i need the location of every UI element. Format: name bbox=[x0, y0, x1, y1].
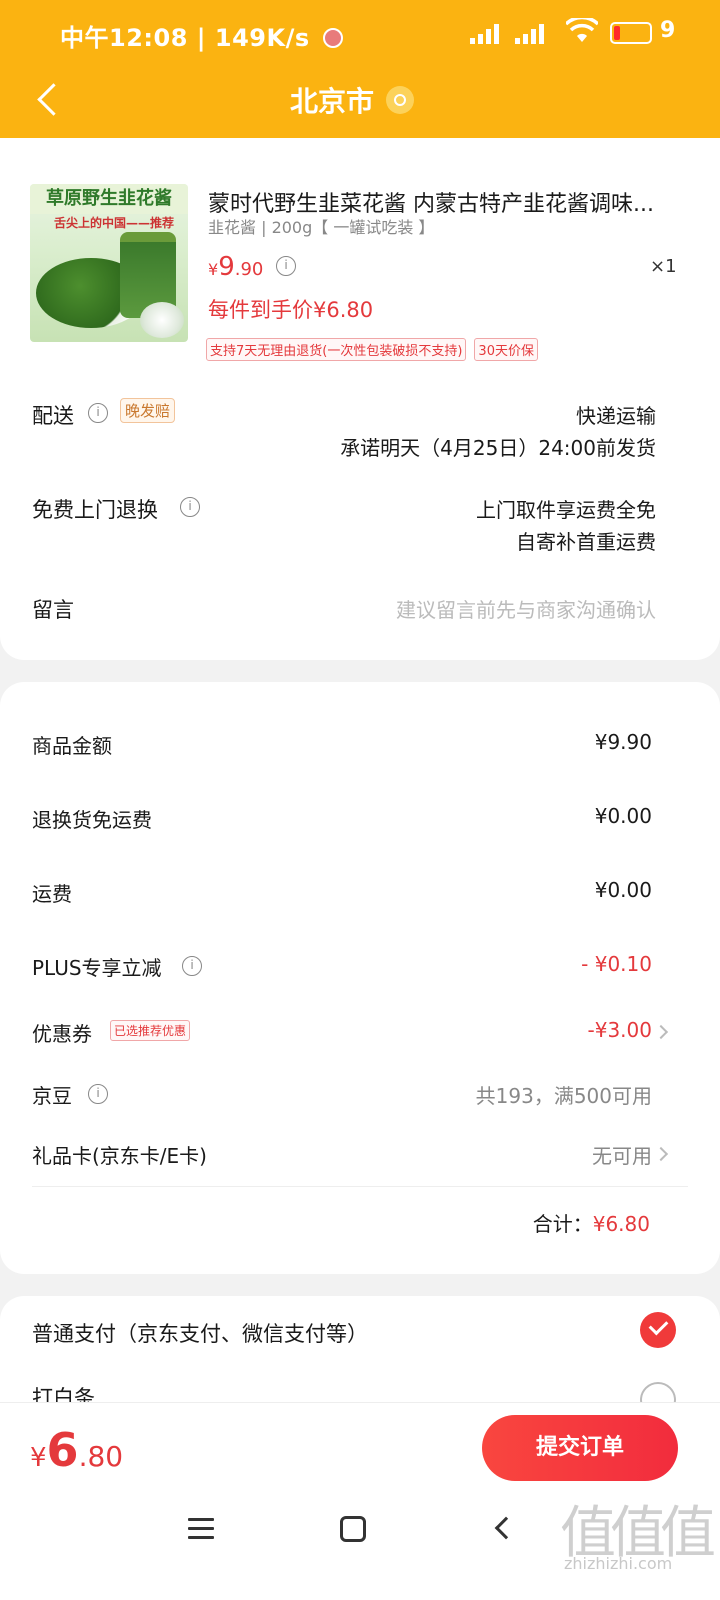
top-bar: 中午12:08 | 149K/s 9 北京市 bbox=[0, 0, 720, 138]
checkmark-icon[interactable] bbox=[640, 1312, 676, 1348]
signal-icon-2 bbox=[515, 22, 544, 44]
status-bar: 中午12:08 | 149K/s 9 bbox=[0, 0, 720, 68]
product-image-subtitle: 舌尖上的中国——推荐 bbox=[54, 216, 175, 230]
free-return-label: 免费上门退换 bbox=[32, 498, 158, 522]
chevron-right-icon bbox=[653, 1146, 669, 1162]
delivery-label: 配送 bbox=[32, 404, 74, 428]
plus-info-icon[interactable]: i bbox=[182, 956, 202, 976]
jd-bean-row: 京豆 i 共193，满500可用 bbox=[32, 1080, 652, 1110]
divider bbox=[32, 1186, 688, 1187]
bottom-action-bar: ¥6.80 提交订单 bbox=[0, 1402, 720, 1490]
bottom-total-currency: ¥ bbox=[30, 1443, 47, 1473]
submit-order-button[interactable]: 提交订单 bbox=[482, 1415, 678, 1481]
watermark: 值值值 zhizhizhi.com bbox=[560, 1488, 716, 1584]
fee-card: 商品金额 ¥9.90 退换货免运费 ¥0.00 运费 ¥0.00 PLUS专享立… bbox=[0, 682, 720, 1274]
product-quantity: ×1 bbox=[650, 256, 677, 277]
shipping-fee-label: 运费 bbox=[32, 882, 72, 906]
delivery-method: 快递运输 bbox=[576, 404, 656, 428]
wifi-icon bbox=[566, 18, 598, 42]
watermark-text: zhizhizhi.com bbox=[564, 1554, 673, 1573]
free-return-line1: 上门取件享运费全免 bbox=[476, 498, 656, 522]
message-input[interactable]: 建议留言前先与商家沟通确认 bbox=[396, 594, 656, 626]
shipping-fee-value: ¥0.00 bbox=[594, 878, 652, 902]
coupon-label: 优惠券 bbox=[32, 1022, 92, 1046]
product-image-title: 草原野生韭花酱 bbox=[30, 184, 188, 214]
plus-discount-value: - ¥0.10 bbox=[581, 952, 652, 976]
network-speed: 149K/s bbox=[214, 24, 310, 52]
delivery-row[interactable]: 配送 i 晚发赔 快递运输 承诺明天（4月25日）24:00前发货 bbox=[32, 398, 656, 460]
goods-amount-label: 商品金额 bbox=[32, 734, 112, 758]
status-time: 中午12:08 | 149K/s bbox=[60, 18, 343, 53]
bottom-total-decimal: .80 bbox=[78, 1440, 124, 1473]
signal-icon bbox=[470, 22, 499, 44]
plus-discount-row: PLUS专享立减 i - ¥0.10 bbox=[32, 952, 652, 982]
chevron-right-icon bbox=[653, 1024, 669, 1040]
coupon-value: -¥3.00 bbox=[587, 1018, 652, 1042]
flower-graphic bbox=[140, 302, 184, 338]
free-return-row[interactable]: 免费上门退换 i 上门取件享运费全免 自寄补首重运费 bbox=[32, 494, 656, 554]
header: 北京市 bbox=[0, 68, 720, 138]
goods-amount-row: 商品金额 ¥9.90 bbox=[32, 730, 652, 760]
return-policy-tag: 支持7天无理由退货(一次性包装破损不支持) bbox=[206, 338, 467, 361]
home-icon[interactable] bbox=[340, 1516, 366, 1542]
clock-text: 中午12:08 bbox=[60, 24, 188, 52]
gift-card-label: 礼品卡(京东卡/E卡) bbox=[32, 1144, 207, 1168]
message-row[interactable]: 留言 建议留言前先与商家沟通确认 bbox=[32, 594, 656, 630]
status-separator: | bbox=[196, 24, 207, 52]
battery-text: 9 bbox=[660, 18, 676, 43]
coupon-recommended-tag: 已选推荐优惠 bbox=[110, 1020, 191, 1041]
late-compensation-badge: 晚发赔 bbox=[120, 398, 176, 423]
return-shipping-value: ¥0.00 bbox=[594, 804, 652, 828]
bottom-total-integer: 6 bbox=[46, 1423, 79, 1477]
jd-bean-label: 京豆 bbox=[32, 1084, 72, 1108]
return-shipping-label: 退换货免运费 bbox=[32, 808, 152, 832]
price-protection-tag: 30天价保 bbox=[474, 338, 538, 361]
gift-card-value: 无可用 bbox=[592, 1144, 652, 1168]
product-image[interactable]: 草原野生韭花酱 舌尖上的中国——推荐 bbox=[30, 184, 188, 342]
price-info-icon[interactable]: i bbox=[276, 256, 296, 276]
page-title: 北京市 bbox=[290, 85, 375, 118]
coupon-row[interactable]: 优惠券 已选推荐优惠 -¥3.00 bbox=[32, 1018, 669, 1048]
price-currency: ¥ bbox=[208, 260, 219, 279]
product-spec: 韭花酱 | 200g【 一罐试吃装 】 bbox=[208, 218, 435, 237]
free-return-info-icon[interactable]: i bbox=[180, 497, 200, 517]
message-label: 留言 bbox=[32, 598, 74, 622]
menu-icon[interactable] bbox=[188, 1518, 214, 1540]
delivery-info-icon[interactable]: i bbox=[88, 403, 108, 423]
battery-icon bbox=[610, 22, 652, 44]
back-icon[interactable] bbox=[494, 1516, 518, 1540]
jd-bean-value: 共193，满500可用 bbox=[475, 1084, 652, 1108]
delivery-details: 快递运输 承诺明天（4月25日）24:00前发货 bbox=[340, 400, 656, 464]
goods-amount-value: ¥9.90 bbox=[594, 730, 652, 754]
back-button[interactable] bbox=[30, 78, 70, 124]
shipping-fee-row: 运费 ¥0.00 bbox=[32, 878, 652, 908]
price-integer: 9 bbox=[218, 252, 235, 282]
free-return-line2: 自寄补首重运费 bbox=[516, 530, 656, 554]
payment-option-normal[interactable]: 普通支付（京东支付、微信支付等） bbox=[32, 1318, 368, 1348]
final-unit-price: 每件到手价¥6.80 bbox=[208, 298, 374, 322]
location-selector[interactable]: 北京市 bbox=[290, 80, 415, 120]
bottom-total: ¥6.80 bbox=[30, 1423, 123, 1477]
jd-bean-info-icon[interactable]: i bbox=[88, 1084, 108, 1104]
plus-discount-label: PLUS专享立减 bbox=[32, 956, 162, 980]
order-card: 草原野生韭花酱 舌尖上的中国——推荐 蒙时代野生韭菜花酱 内蒙古特产韭花酱调味.… bbox=[0, 138, 720, 660]
price-decimal: .90 bbox=[234, 259, 264, 280]
free-return-details: 上门取件享运费全免 自寄补首重运费 bbox=[476, 494, 656, 558]
return-shipping-row: 退换货免运费 ¥0.00 bbox=[32, 804, 652, 834]
delivery-promise: 承诺明天（4月25日）24:00前发货 bbox=[340, 436, 656, 460]
product-price: ¥9.90 bbox=[208, 252, 263, 282]
order-total: 合计：¥6.80 bbox=[533, 1208, 650, 1237]
total-label: 合计： bbox=[532, 1212, 593, 1236]
service-tags: 支持7天无理由退货(一次性包装破损不支持) 30天价保 bbox=[206, 338, 538, 361]
total-value: ¥6.80 bbox=[592, 1212, 650, 1236]
location-pin-icon bbox=[386, 86, 415, 114]
gift-card-row[interactable]: 礼品卡(京东卡/E卡) 无可用 bbox=[32, 1140, 669, 1170]
notification-icon bbox=[322, 28, 343, 48]
